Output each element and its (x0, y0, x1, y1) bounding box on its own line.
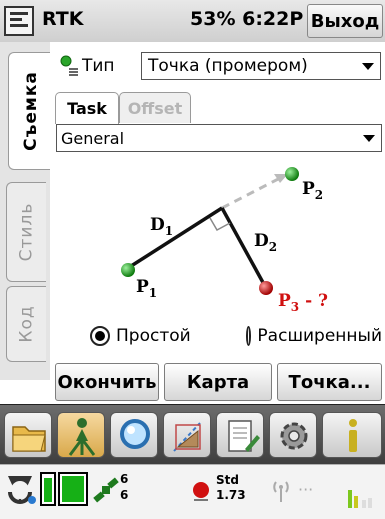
label-p1-main: P (136, 277, 149, 297)
finish-button[interactable]: Окончить (55, 363, 159, 401)
label-p2-main: P (302, 179, 315, 199)
signal-strength-icon (344, 476, 384, 508)
satellites-top-count: 6 (120, 472, 129, 486)
radio-signal-dots: ··· (298, 480, 314, 499)
tab-bar: Task Offset (55, 92, 379, 124)
mode-simple-radio[interactable]: Простой (90, 326, 191, 346)
solution-type: Std (216, 473, 239, 487)
windows-start-icon[interactable] (4, 6, 34, 36)
tab-offset[interactable]: Offset (119, 92, 191, 123)
precision-value: 1.73 (216, 488, 246, 502)
mode-advanced-radio[interactable]: Расширенный (246, 326, 382, 346)
controller-battery-icon (58, 472, 88, 506)
point-p2 (285, 167, 299, 181)
surveyor-icon[interactable] (57, 412, 105, 458)
chevron-down-icon (362, 63, 374, 70)
receiver-battery-icon (40, 472, 56, 506)
label-p3-main: P (278, 291, 291, 311)
guide-line (221, 174, 285, 210)
label-p3-sub: 3 (291, 300, 299, 314)
tab-code[interactable]: Код (6, 286, 46, 362)
settings-gear-icon[interactable] (269, 412, 317, 458)
tab-style-label: Стиль (16, 202, 37, 262)
satellite-icon[interactable] (92, 474, 120, 506)
d1-line (127, 206, 223, 270)
tab-style[interactable]: Стиль (6, 182, 46, 282)
preset-select[interactable]: General (56, 124, 382, 152)
tab-survey-label: Съемка (20, 71, 41, 151)
point-type-icon (60, 55, 78, 76)
mode-advanced-label: Расширенный (257, 326, 382, 346)
point-p1 (121, 263, 135, 277)
radio-selected-icon (90, 326, 110, 346)
point-p3 (259, 281, 273, 295)
satellites-bottom-count: 6 (120, 488, 129, 502)
label-d2-sub: 2 (269, 240, 277, 254)
battery-clock-status: 53% 6:22P (190, 8, 304, 30)
label-p1-sub: 1 (149, 286, 157, 300)
label-p2-sub: 2 (315, 188, 323, 202)
label-d2-main: D (254, 231, 269, 251)
tab-code-label: Код (16, 305, 37, 343)
folder-icon[interactable] (4, 412, 52, 458)
point-button[interactable]: Точка... (277, 363, 382, 401)
magnifier-icon[interactable] (110, 412, 158, 458)
label-d2: D2 (254, 231, 277, 254)
chevron-down-icon (363, 135, 375, 142)
radio-antenna-icon[interactable] (270, 476, 292, 504)
label-p3: P3 - ? (278, 291, 328, 314)
notebook-icon[interactable] (216, 412, 264, 458)
receiver-connection-icon[interactable] (4, 470, 38, 508)
tab-survey[interactable]: Съемка (8, 52, 52, 170)
type-label: Тип (82, 56, 115, 76)
type-select[interactable]: Точка (промером) (141, 52, 381, 80)
map-button[interactable]: Карта (164, 363, 272, 401)
mode-simple-label: Простой (116, 326, 191, 346)
label-p2: P2 (302, 179, 323, 202)
radio-unselected-icon (246, 326, 252, 346)
offset-diagram: D1 D2 P1 P2 P3 - ? (121, 167, 328, 314)
preset-select-value: General (61, 129, 125, 148)
cogo-icon[interactable] (163, 412, 211, 458)
label-d1: D1 (150, 215, 173, 238)
position-status-icon[interactable] (190, 478, 212, 504)
tab-task[interactable]: Task (55, 92, 119, 124)
exit-button[interactable]: Выход (307, 4, 383, 38)
type-select-value: Точка (промером) (148, 56, 308, 76)
label-p1: P1 (136, 277, 157, 300)
info-icon[interactable] (322, 412, 382, 458)
label-p3-suffix: - ? (299, 291, 328, 311)
side-tab-strip: Съемка Стиль Код (0, 42, 52, 380)
label-d1-sub: 1 (165, 224, 173, 238)
app-title: RTK (42, 8, 84, 30)
label-d1-main: D (150, 215, 165, 235)
